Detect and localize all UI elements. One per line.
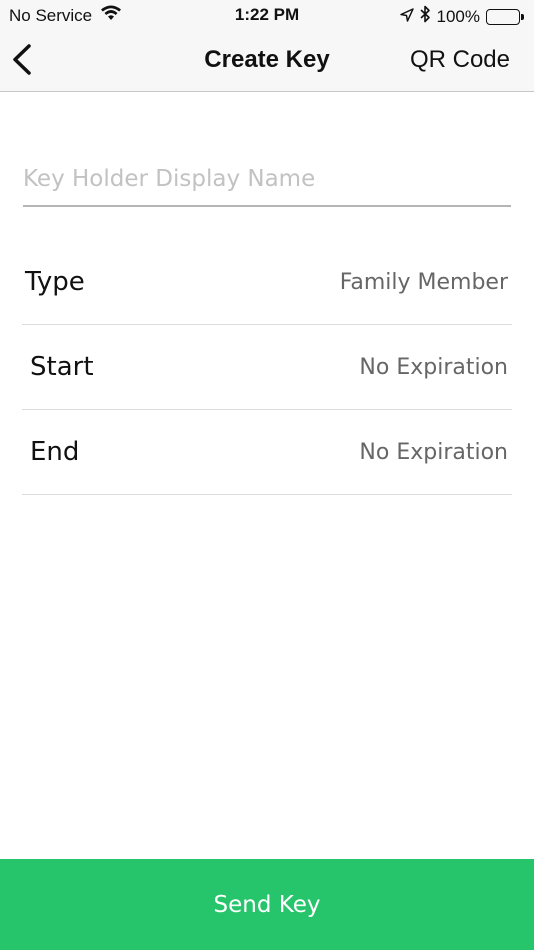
location-arrow-icon bbox=[399, 7, 414, 27]
end-value: No Expiration bbox=[359, 440, 508, 465]
type-value: Family Member bbox=[339, 270, 508, 295]
end-label: End bbox=[30, 437, 80, 467]
status-bar: No Service 1:22 PM 100% bbox=[0, 0, 534, 30]
type-row[interactable]: Type Family Member bbox=[22, 240, 512, 325]
key-holder-name-input[interactable] bbox=[23, 160, 511, 207]
type-label: Type bbox=[25, 267, 85, 297]
start-row[interactable]: Start No Expiration bbox=[22, 325, 512, 410]
nav-bar: Create Key QR Code bbox=[0, 30, 534, 92]
battery-percent: 100% bbox=[436, 6, 480, 26]
status-right: 100% bbox=[399, 5, 524, 28]
send-key-button[interactable]: Send Key bbox=[0, 859, 534, 950]
back-button[interactable] bbox=[8, 42, 48, 82]
end-row[interactable]: End No Expiration bbox=[22, 410, 512, 495]
battery-icon bbox=[486, 8, 524, 25]
start-value: No Expiration bbox=[359, 355, 508, 380]
start-label: Start bbox=[30, 352, 94, 382]
chevron-left-icon bbox=[13, 44, 31, 75]
bluetooth-icon bbox=[419, 5, 431, 28]
qr-code-button[interactable]: QR Code bbox=[410, 46, 510, 74]
